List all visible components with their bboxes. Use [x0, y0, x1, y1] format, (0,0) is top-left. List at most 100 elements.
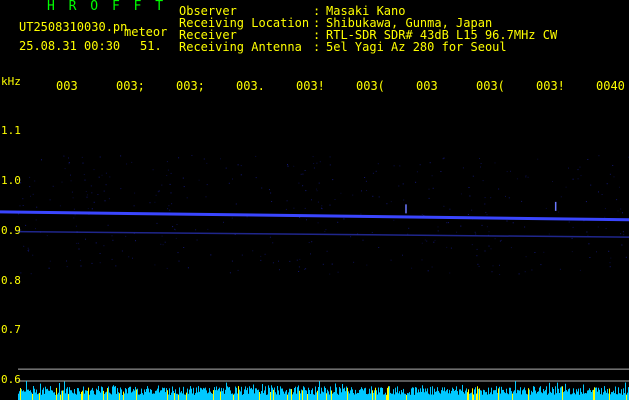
noise-bar	[283, 391, 284, 400]
noise-bar	[423, 388, 424, 400]
noise-bar	[541, 392, 542, 400]
noise-speck	[161, 235, 163, 237]
noise-bar	[128, 387, 129, 400]
noise-bar	[169, 388, 170, 400]
noise-speck	[588, 243, 590, 245]
noise-bar	[295, 386, 296, 400]
noise-speck	[434, 239, 436, 241]
noise-bar	[523, 389, 524, 400]
noise-speck	[481, 224, 483, 226]
noise-speck	[83, 174, 85, 175]
noise-bar	[304, 387, 305, 400]
noise-bar	[43, 387, 44, 400]
noise-speck	[134, 192, 136, 194]
noise-bar	[170, 395, 171, 400]
noise-bar	[31, 392, 32, 400]
noise-bar	[362, 388, 363, 400]
noise-bar	[182, 393, 183, 400]
noise-speck	[187, 267, 189, 269]
noise-bar	[518, 390, 519, 400]
noise-bar	[480, 390, 481, 400]
noise-bar	[197, 392, 198, 400]
noise-bar	[545, 389, 546, 400]
noise-bar	[293, 392, 294, 400]
noise-bar	[137, 388, 138, 400]
noise-bar	[479, 388, 480, 400]
noise-speck	[443, 205, 445, 207]
noise-bar	[239, 389, 240, 400]
noise-speck	[437, 230, 439, 232]
noise-bar	[49, 390, 50, 400]
noise-speck	[109, 176, 111, 178]
noise-bar	[563, 392, 564, 400]
noise-bar	[404, 393, 405, 400]
noise-bar	[47, 388, 48, 400]
noise-speck	[169, 209, 171, 211]
noise-speck	[157, 191, 159, 193]
noise-bar	[507, 393, 508, 400]
noise-bar	[625, 382, 626, 400]
noise-bar	[573, 388, 574, 400]
noise-speck	[560, 196, 562, 198]
noise-bar	[220, 391, 221, 400]
noise-speck	[505, 195, 506, 197]
noise-bar	[273, 389, 274, 400]
noise-speck	[206, 162, 208, 164]
noise-bar	[246, 390, 247, 400]
noise-bar	[24, 391, 25, 400]
noise-bar	[184, 394, 185, 400]
noise-bar	[585, 393, 586, 400]
noise-speck	[488, 245, 490, 247]
noise-speck	[446, 246, 448, 248]
noise-bar	[539, 387, 540, 400]
noise-bar	[377, 394, 378, 400]
noise-speck	[617, 210, 619, 212]
noise-bar	[222, 391, 223, 400]
noise-speck	[196, 239, 198, 241]
noise-bar	[623, 388, 624, 400]
noise-speck	[476, 248, 478, 250]
noise-bar	[498, 388, 499, 400]
carrier-trace	[0, 210, 629, 222]
noise-speck	[449, 208, 451, 210]
noise-bar	[181, 391, 182, 400]
noise-bar	[142, 393, 143, 400]
noise-bar	[436, 391, 437, 400]
noise-bar	[258, 389, 259, 400]
noise-speck	[477, 263, 479, 265]
noise-speck	[240, 174, 242, 176]
noise-speck	[93, 169, 95, 171]
noise-speck	[63, 155, 65, 157]
noise-bar	[528, 388, 529, 400]
noise-bar	[72, 392, 73, 400]
noise-bar	[80, 393, 81, 400]
noise-speck	[41, 159, 42, 161]
noise-bar	[44, 393, 45, 400]
noise-bar	[325, 388, 326, 400]
noise-bar	[592, 390, 593, 400]
noise-bar	[338, 394, 339, 400]
noise-bar	[372, 390, 373, 400]
noise-bar	[591, 392, 592, 400]
noise-bar	[160, 390, 161, 400]
noise-bar	[299, 390, 300, 400]
noise-bar	[354, 394, 355, 400]
noise-bar	[605, 390, 606, 400]
noise-bar	[617, 394, 618, 400]
noise-bar	[259, 392, 260, 400]
noise-speck	[340, 192, 342, 194]
noise-bar	[135, 386, 136, 400]
noise-bar	[332, 393, 333, 400]
noise-speck	[486, 214, 488, 216]
noise-bar	[601, 388, 602, 400]
noise-bar	[403, 388, 404, 400]
noise-bar	[168, 394, 169, 400]
noise-speck	[131, 161, 133, 163]
noise-bar	[490, 392, 491, 400]
noise-bar	[519, 390, 520, 400]
noise-speck	[571, 251, 573, 253]
noise-bar	[302, 390, 303, 400]
noise-speck	[22, 198, 24, 200]
noise-bar	[226, 382, 227, 400]
noise-bar	[185, 394, 186, 400]
